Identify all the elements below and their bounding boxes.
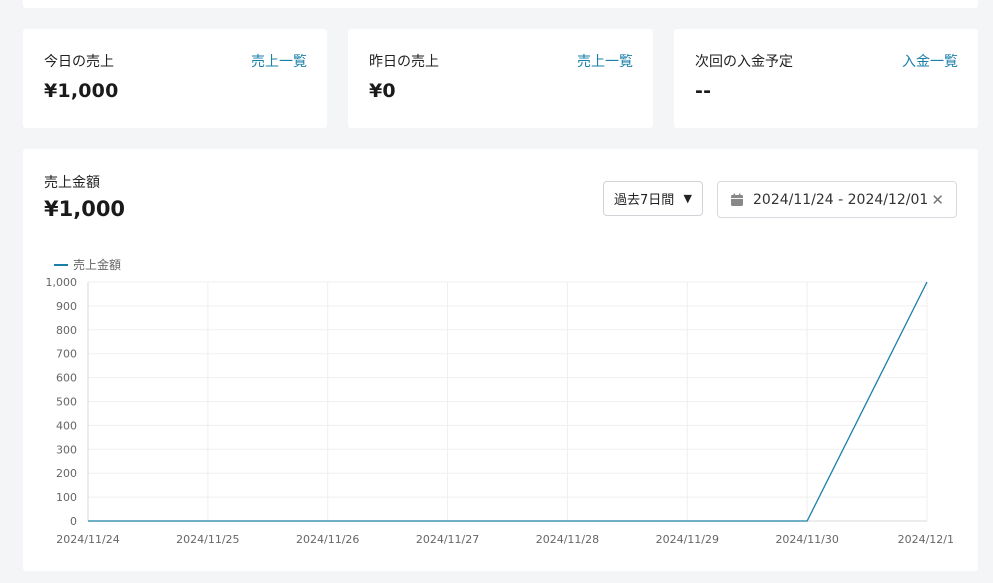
top-panel xyxy=(23,0,978,8)
stat-label: 今日の売上 xyxy=(44,54,114,70)
y-tick-label: 300 xyxy=(56,443,77,456)
deposit-list-link[interactable]: 入金一覧 xyxy=(902,51,958,71)
x-tick-label: 2024/11/29 xyxy=(656,533,719,546)
stat-value: -- xyxy=(695,80,712,102)
x-tick-label: 2024/11/27 xyxy=(416,533,479,546)
y-tick-label: 700 xyxy=(56,348,77,361)
y-tick-label: 800 xyxy=(56,324,77,337)
x-tick-label: 2024/11/26 xyxy=(296,533,359,546)
x-tick-label: 2024/11/30 xyxy=(775,533,838,546)
sales-line-chart: 売上金額 0 100 200 300 400 500 600 700 800 900 1,000 202… xyxy=(46,257,955,546)
stat-label: 昨日の売上 xyxy=(369,54,439,70)
stat-card-next-deposit: 次回の入金予定 入金一覧 -- xyxy=(674,29,978,128)
x-tick-label: 2024/12/1 xyxy=(898,533,954,546)
x-tick-label: 2024/11/28 xyxy=(536,533,599,546)
stat-value: ¥1,000 xyxy=(44,80,119,102)
y-tick-label: 1,000 xyxy=(46,276,78,289)
sales-list-link[interactable]: 売上一覧 xyxy=(251,51,307,71)
stat-card-today: 今日の売上 売上一覧 ¥1,000 xyxy=(23,29,327,128)
y-tick-label: 0 xyxy=(70,515,77,528)
x-tick-label: 2024/11/25 xyxy=(176,533,239,546)
legend-label: 売上金額 xyxy=(73,257,121,272)
stat-label: 次回の入金予定 xyxy=(695,54,793,70)
sales-list-link[interactable]: 売上一覧 xyxy=(577,51,633,71)
y-tick-label: 500 xyxy=(56,396,77,409)
y-tick-label: 200 xyxy=(56,467,77,480)
y-tick-label: 100 xyxy=(56,491,77,504)
y-tick-label: 600 xyxy=(56,372,77,385)
sales-chart-card: 売上金額 ¥1,000 過去7日間 ▼ 2024/11/24 - 2024/12… xyxy=(23,149,978,571)
stat-card-yesterday: 昨日の売上 売上一覧 ¥0 xyxy=(348,29,653,128)
x-tick-label: 2024/11/24 xyxy=(56,533,119,546)
stat-value: ¥0 xyxy=(369,80,396,102)
y-tick-label: 900 xyxy=(56,300,77,313)
y-tick-label: 400 xyxy=(56,419,77,432)
